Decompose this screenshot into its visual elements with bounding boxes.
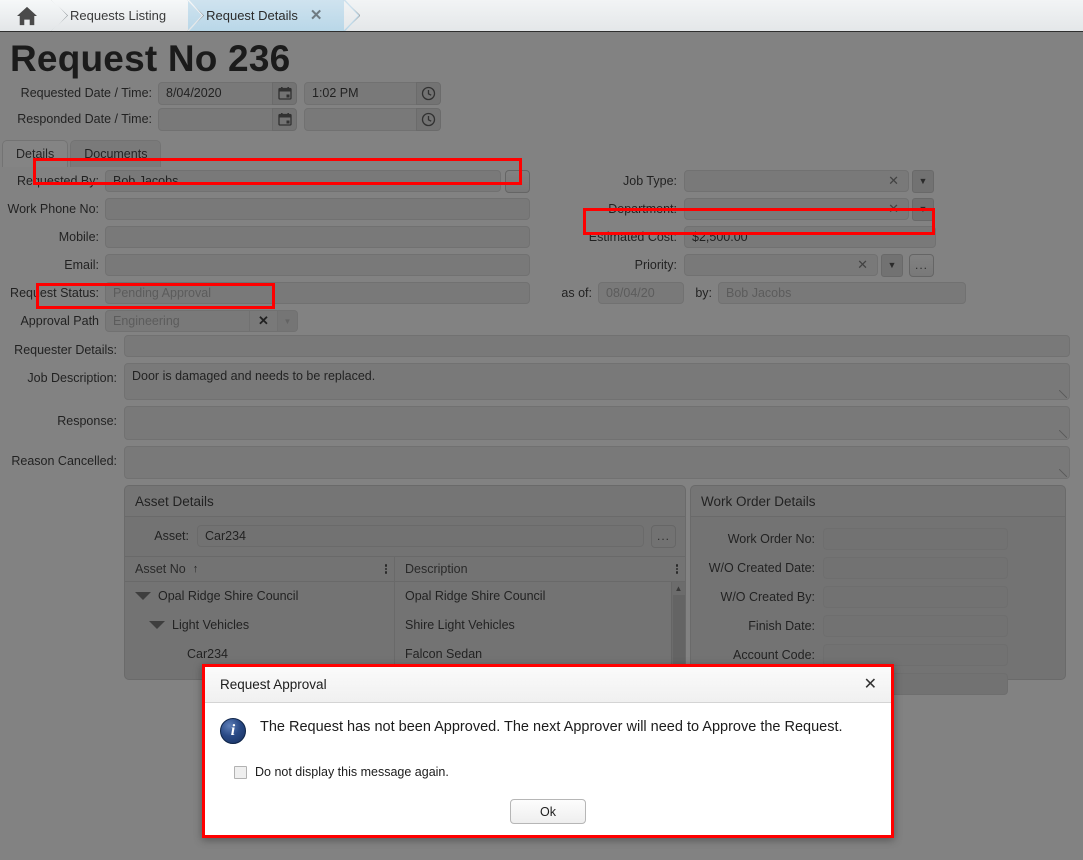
breadcrumb-item-request-details[interactable]: Request Details ✕ <box>188 0 344 31</box>
breadcrumb: Requests Listing Request Details ✕ <box>0 0 1083 32</box>
app-root: Requests Listing Request Details ✕ Reque… <box>0 0 1083 860</box>
suppress-message-row[interactable]: Do not display this message again. <box>234 765 875 779</box>
dialog-message: The Request has not been Approved. The n… <box>260 717 843 738</box>
breadcrumb-item-requests-listing[interactable]: Requests Listing <box>52 0 188 31</box>
close-icon[interactable]: ✕ <box>310 8 323 23</box>
home-icon <box>16 6 38 26</box>
dialog-title: Request Approval <box>220 677 327 692</box>
breadcrumb-home[interactable] <box>0 0 52 31</box>
info-icon: i <box>220 718 246 744</box>
request-approval-dialog: Request Approval ✕ i The Request has not… <box>202 664 894 838</box>
dialog-title-bar: Request Approval ✕ <box>205 667 891 703</box>
suppress-message-checkbox[interactable] <box>234 766 247 779</box>
dialog-body: i The Request has not been Approved. The… <box>205 703 891 799</box>
breadcrumb-label: Request Details <box>206 8 298 23</box>
dialog-footer: Ok <box>205 799 891 835</box>
breadcrumb-label: Requests Listing <box>70 8 166 23</box>
ok-button[interactable]: Ok <box>510 799 586 824</box>
close-icon[interactable]: ✕ <box>864 677 877 693</box>
suppress-message-label: Do not display this message again. <box>255 765 449 779</box>
dialog-message-row: i The Request has not been Approved. The… <box>220 717 875 744</box>
